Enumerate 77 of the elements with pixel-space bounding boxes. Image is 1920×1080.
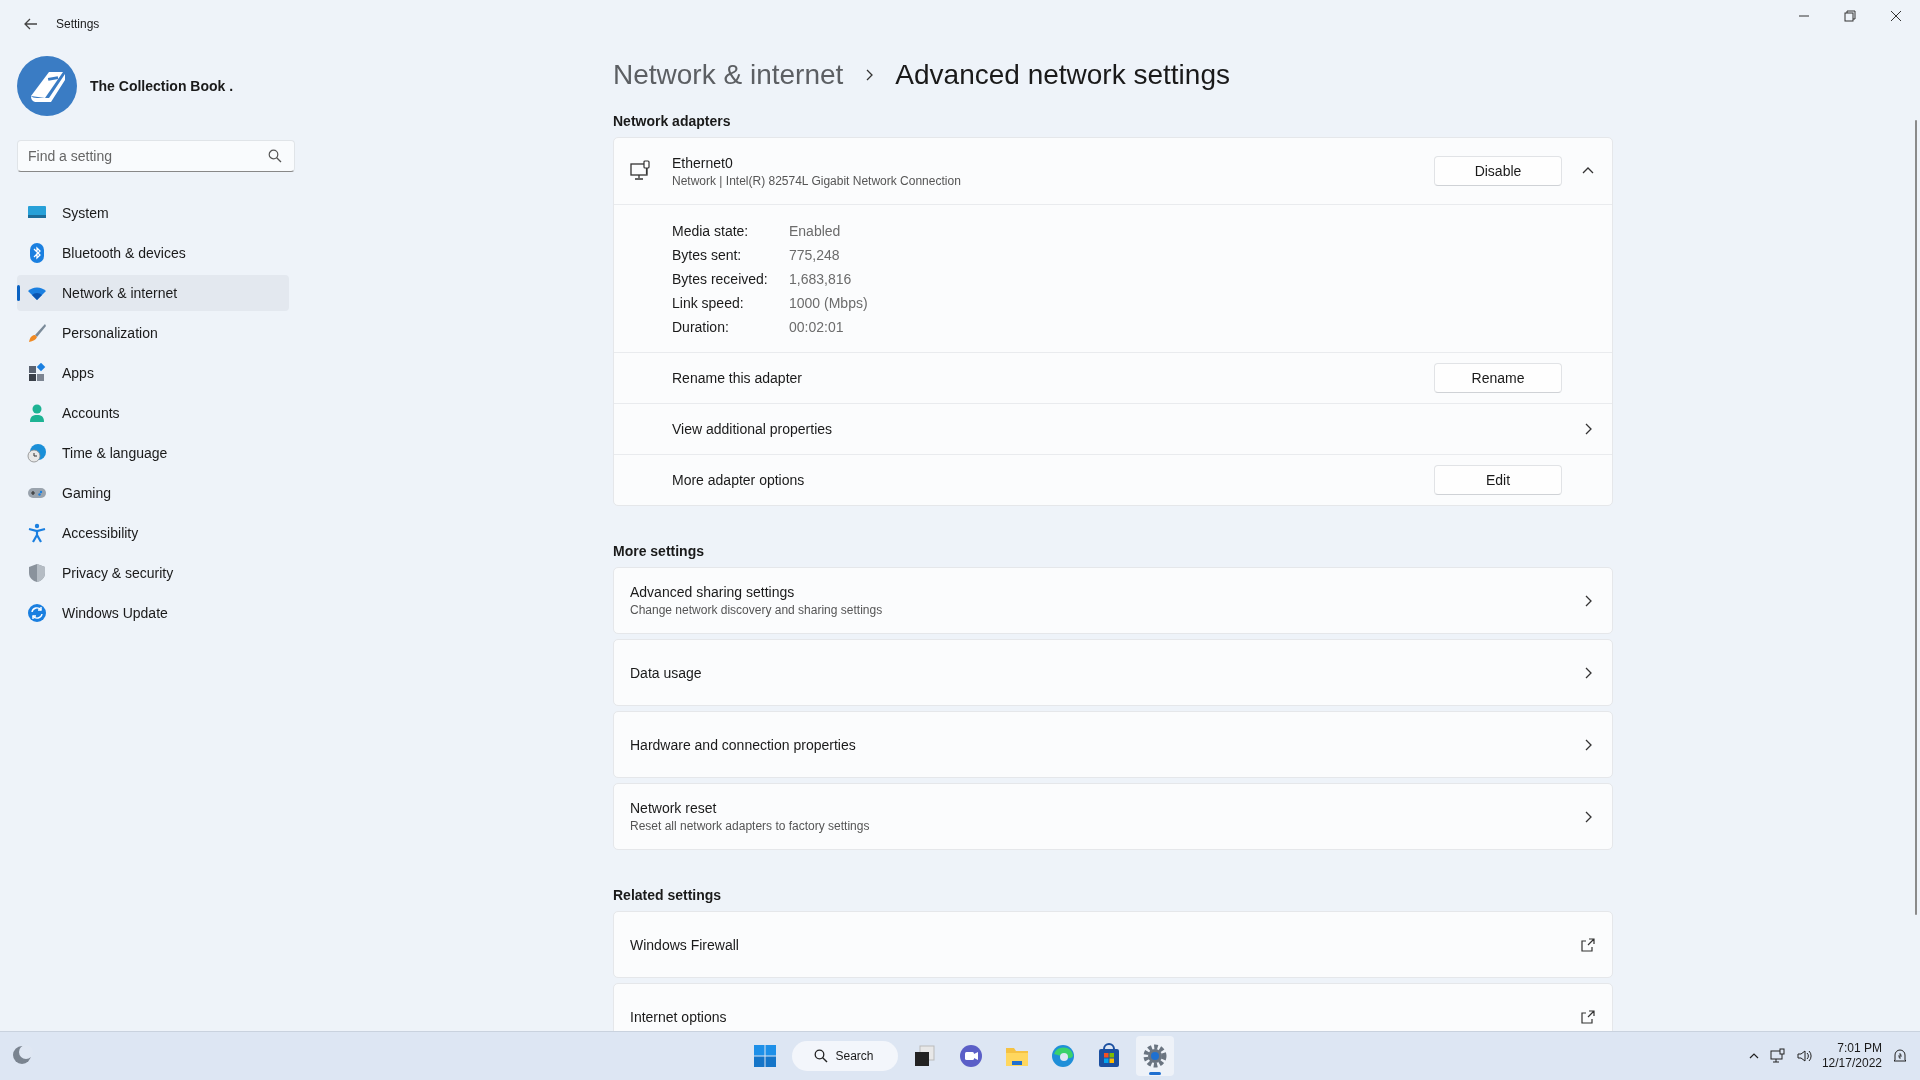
search-field[interactable]: Find a setting <box>17 140 295 172</box>
shield-icon <box>27 563 47 583</box>
settings-card[interactable]: Windows Firewall <box>613 911 1613 978</box>
clock[interactable]: 7:01 PM 12/17/2022 <box>1821 1041 1882 1072</box>
search-icon[interactable] <box>268 149 282 163</box>
profile-name: The Collection Book . <box>90 78 234 94</box>
settings-card[interactable]: Advanced sharing settings Change network discovery and sharing settings <box>613 567 1613 634</box>
action-button[interactable]: Edit <box>1434 465 1562 495</box>
property-value: 00:02:01 <box>789 319 845 335</box>
settings-card[interactable]: Network reset Reset all network adapters to factory settings <box>613 783 1613 850</box>
volume-icon[interactable] <box>1795 1048 1812 1065</box>
accessibility-icon <box>27 523 47 543</box>
settings-card[interactable]: Hardware and connection properties <box>613 711 1613 778</box>
close-icon[interactable] <box>1890 10 1902 22</box>
setting-title: Hardware and connection properties <box>630 736 857 753</box>
settings-card[interactable]: Internet options <box>613 983 1613 1032</box>
running-indicator <box>1148 1072 1161 1075</box>
setting-label: More adapter options <box>672 472 806 488</box>
property-label: Link speed: <box>672 295 745 311</box>
section-title: Related settings <box>613 887 723 903</box>
nav-item[interactable]: Gaming <box>17 475 289 511</box>
settings-card[interactable]: Data usage <box>613 639 1613 706</box>
page-title: Advanced network settings <box>895 59 1230 91</box>
action-button[interactable]: Rename <box>1434 363 1562 393</box>
apps-icon <box>27 363 47 383</box>
notification-icon[interactable] <box>1892 1048 1908 1065</box>
setting-description: Reset all network adapters to factory settings <box>630 819 871 833</box>
property-label: Duration: <box>672 319 730 335</box>
setting-description: Change network discovery and sharing settings <box>630 603 884 617</box>
action-button[interactable]: Disable <box>1434 156 1562 186</box>
taskbar-search[interactable]: Search <box>792 1041 898 1071</box>
nav-item[interactable]: Bluetooth & devices <box>17 235 289 271</box>
adapter-name: Ethernet0 <box>672 154 734 171</box>
property-value: 775,248 <box>789 247 841 263</box>
bluetooth-icon <box>27 243 47 263</box>
setting-title: Windows Firewall <box>630 936 740 953</box>
update-icon <box>27 603 47 623</box>
restore-icon[interactable] <box>1844 10 1856 22</box>
adapter-description: Network | Intel(R) 82574L Gigabit Network Connection <box>672 173 962 188</box>
nav-item[interactable]: Personalization <box>17 315 289 351</box>
section-title: Network adapters <box>613 113 732 129</box>
person-icon <box>27 403 47 423</box>
nav-item[interactable]: Accounts <box>17 395 289 431</box>
nav-item[interactable]: System <box>17 195 289 231</box>
external-link-icon <box>1580 936 1596 953</box>
setting-label: View additional properties <box>672 421 834 437</box>
scrollbar[interactable] <box>1915 120 1917 915</box>
search-icon <box>814 1049 829 1063</box>
external-link-icon <box>1580 1008 1596 1025</box>
selection-indicator <box>17 285 20 301</box>
moon-icon[interactable] <box>11 1044 33 1067</box>
property-label: Media state: <box>672 223 750 239</box>
ethernet-icon[interactable] <box>1769 1048 1786 1065</box>
setting-title: Advanced sharing settings <box>630 584 796 600</box>
nav-item[interactable]: Privacy & security <box>17 555 289 591</box>
property-value: 1,683,816 <box>789 271 853 287</box>
property-label: Bytes received: <box>672 271 769 287</box>
setting-title: Data usage <box>630 664 703 681</box>
nav-item[interactable]: Time & language <box>17 435 289 471</box>
paintbrush-icon <box>27 323 47 343</box>
nav-item[interactable]: Windows Update <box>17 595 289 631</box>
book-icon <box>17 56 77 116</box>
globe-clock-icon <box>27 443 47 463</box>
setting-title: Network reset <box>630 800 718 816</box>
property-value: Enabled <box>789 223 842 239</box>
section-title: More settings <box>613 543 705 559</box>
ethernet-icon <box>630 160 652 182</box>
back-icon[interactable] <box>23 16 39 32</box>
breadcrumb-link[interactable]: Network & internet <box>613 59 844 91</box>
setting-title: Internet options <box>630 1008 728 1025</box>
property-value: 1000 (Mbps) <box>789 295 869 311</box>
property-label: Bytes sent: <box>672 247 743 263</box>
nav-item[interactable]: Accessibility <box>17 515 289 551</box>
nav-item[interactable]: Network & internet <box>17 275 289 311</box>
nav-item[interactable]: Apps <box>17 355 289 391</box>
window-title: Settings <box>56 17 100 31</box>
setting-label: Rename this adapter <box>672 370 803 386</box>
